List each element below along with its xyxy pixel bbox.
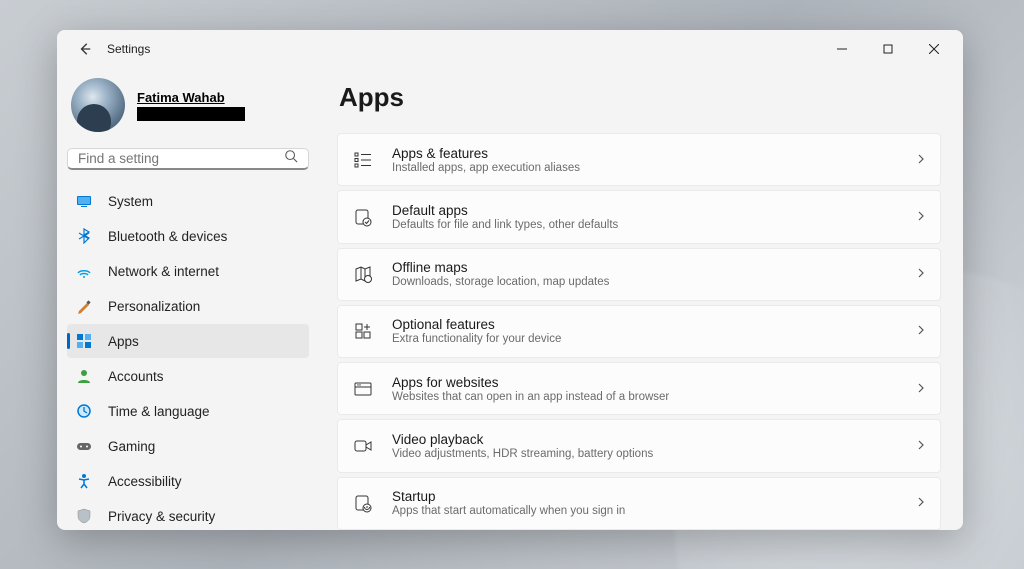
sidebar-item-label: Personalization xyxy=(108,299,200,314)
chevron-right-icon xyxy=(916,437,926,455)
card-text: Apps for websitesWebsites that can open … xyxy=(392,375,898,403)
card-subtitle: Video adjustments, HDR streaming, batter… xyxy=(392,448,898,460)
window-title: Settings xyxy=(107,42,150,56)
sidebar-item-label: Apps xyxy=(108,334,139,349)
search-icon xyxy=(284,149,298,168)
bluetooth-icon xyxy=(75,227,93,245)
card-text: Video playbackVideo adjustments, HDR str… xyxy=(392,432,898,460)
maximize-icon xyxy=(883,44,893,54)
card-subtitle: Extra functionality for your device xyxy=(392,333,898,345)
card-title: Startup xyxy=(392,489,898,504)
page-title: Apps xyxy=(339,82,947,113)
avatar xyxy=(71,78,125,132)
window-controls xyxy=(819,34,957,64)
sidebar-item-label: Bluetooth & devices xyxy=(108,229,227,244)
sidebar-item-label: Privacy & security xyxy=(108,509,215,524)
card-text: StartupApps that start automatically whe… xyxy=(392,489,898,517)
card-subtitle: Downloads, storage location, map updates xyxy=(392,276,898,288)
card-title: Optional features xyxy=(392,317,898,332)
content-area: Apps Apps & featuresInstalled apps, app … xyxy=(319,68,963,530)
chevron-right-icon xyxy=(916,380,926,398)
default-apps-icon xyxy=(352,206,374,228)
sidebar-item-label: System xyxy=(108,194,153,209)
card-title: Video playback xyxy=(392,432,898,447)
startup-icon xyxy=(352,492,374,514)
settings-card-startup[interactable]: StartupApps that start automatically whe… xyxy=(337,477,941,530)
titlebar: Settings xyxy=(57,30,963,68)
sidebar-item-apps[interactable]: Apps xyxy=(67,324,309,358)
chevron-right-icon xyxy=(916,208,926,226)
profile-email-redacted xyxy=(137,107,245,121)
settings-card-apps-for-websites[interactable]: Apps for websitesWebsites that can open … xyxy=(337,362,941,415)
card-subtitle: Defaults for file and link types, other … xyxy=(392,219,898,231)
chevron-right-icon xyxy=(916,151,926,169)
chevron-right-icon xyxy=(916,494,926,512)
apps-icon xyxy=(75,332,93,350)
card-text: Default appsDefaults for file and link t… xyxy=(392,203,898,231)
settings-card-optional-features[interactable]: Optional featuresExtra functionality for… xyxy=(337,305,941,358)
system-icon xyxy=(75,192,93,210)
accessibility-icon xyxy=(75,472,93,490)
accounts-icon xyxy=(75,367,93,385)
chevron-right-icon xyxy=(916,265,926,283)
sidebar-item-personalization[interactable]: Personalization xyxy=(67,289,309,323)
sidebar-item-label: Time & language xyxy=(108,404,210,419)
card-text: Apps & featuresInstalled apps, app execu… xyxy=(392,146,898,174)
sidebar-item-accounts[interactable]: Accounts xyxy=(67,359,309,393)
card-title: Apps for websites xyxy=(392,375,898,390)
sidebar-item-label: Network & internet xyxy=(108,264,219,279)
profile-block[interactable]: Fatima Wahab xyxy=(67,72,309,144)
settings-card-apps-features[interactable]: Apps & featuresInstalled apps, app execu… xyxy=(337,133,941,186)
optional-icon xyxy=(352,320,374,342)
sidebar: Fatima Wahab System Bluetooth & devices Ne… xyxy=(57,68,319,530)
network-icon xyxy=(75,262,93,280)
settings-card-video-playback[interactable]: Video playbackVideo adjustments, HDR str… xyxy=(337,419,941,472)
time-icon xyxy=(75,402,93,420)
settings-cards[interactable]: Apps & featuresInstalled apps, app execu… xyxy=(337,133,947,530)
close-button[interactable] xyxy=(911,34,957,64)
personalization-icon xyxy=(75,297,93,315)
video-icon xyxy=(352,435,374,457)
minimize-icon xyxy=(837,44,847,54)
sidebar-item-system[interactable]: System xyxy=(67,184,309,218)
maximize-button[interactable] xyxy=(865,34,911,64)
sidebar-item-privacy-security[interactable]: Privacy & security xyxy=(67,499,309,530)
sidebar-item-label: Accounts xyxy=(108,369,164,384)
privacy-icon xyxy=(75,507,93,525)
card-title: Offline maps xyxy=(392,260,898,275)
nav-list: System Bluetooth & devices Network & inter… xyxy=(67,184,309,530)
apps-features-icon xyxy=(352,149,374,171)
gaming-icon xyxy=(75,437,93,455)
sidebar-item-network-internet[interactable]: Network & internet xyxy=(67,254,309,288)
settings-window: Settings Fatima Wahab xyxy=(57,30,963,530)
profile-name: Fatima Wahab xyxy=(137,90,245,105)
sidebar-item-bluetooth-devices[interactable]: Bluetooth & devices xyxy=(67,219,309,253)
sidebar-item-label: Accessibility xyxy=(108,474,182,489)
sidebar-item-label: Gaming xyxy=(108,439,155,454)
minimize-button[interactable] xyxy=(819,34,865,64)
card-subtitle: Installed apps, app execution aliases xyxy=(392,162,898,174)
sidebar-item-accessibility[interactable]: Accessibility xyxy=(67,464,309,498)
back-arrow-icon xyxy=(78,42,92,56)
card-subtitle: Websites that can open in an app instead… xyxy=(392,391,898,403)
chevron-right-icon xyxy=(916,322,926,340)
search-box[interactable] xyxy=(67,148,309,170)
maps-icon xyxy=(352,263,374,285)
settings-card-offline-maps[interactable]: Offline mapsDownloads, storage location,… xyxy=(337,248,941,301)
card-text: Offline mapsDownloads, storage location,… xyxy=(392,260,898,288)
back-button[interactable] xyxy=(71,35,99,63)
profile-text: Fatima Wahab xyxy=(137,90,245,121)
card-title: Default apps xyxy=(392,203,898,218)
card-subtitle: Apps that start automatically when you s… xyxy=(392,505,898,517)
card-title: Apps & features xyxy=(392,146,898,161)
sidebar-item-time-language[interactable]: Time & language xyxy=(67,394,309,428)
websites-icon xyxy=(352,378,374,400)
sidebar-item-gaming[interactable]: Gaming xyxy=(67,429,309,463)
search-input[interactable] xyxy=(78,151,284,166)
close-icon xyxy=(929,44,939,54)
card-text: Optional featuresExtra functionality for… xyxy=(392,317,898,345)
settings-card-default-apps[interactable]: Default appsDefaults for file and link t… xyxy=(337,190,941,243)
